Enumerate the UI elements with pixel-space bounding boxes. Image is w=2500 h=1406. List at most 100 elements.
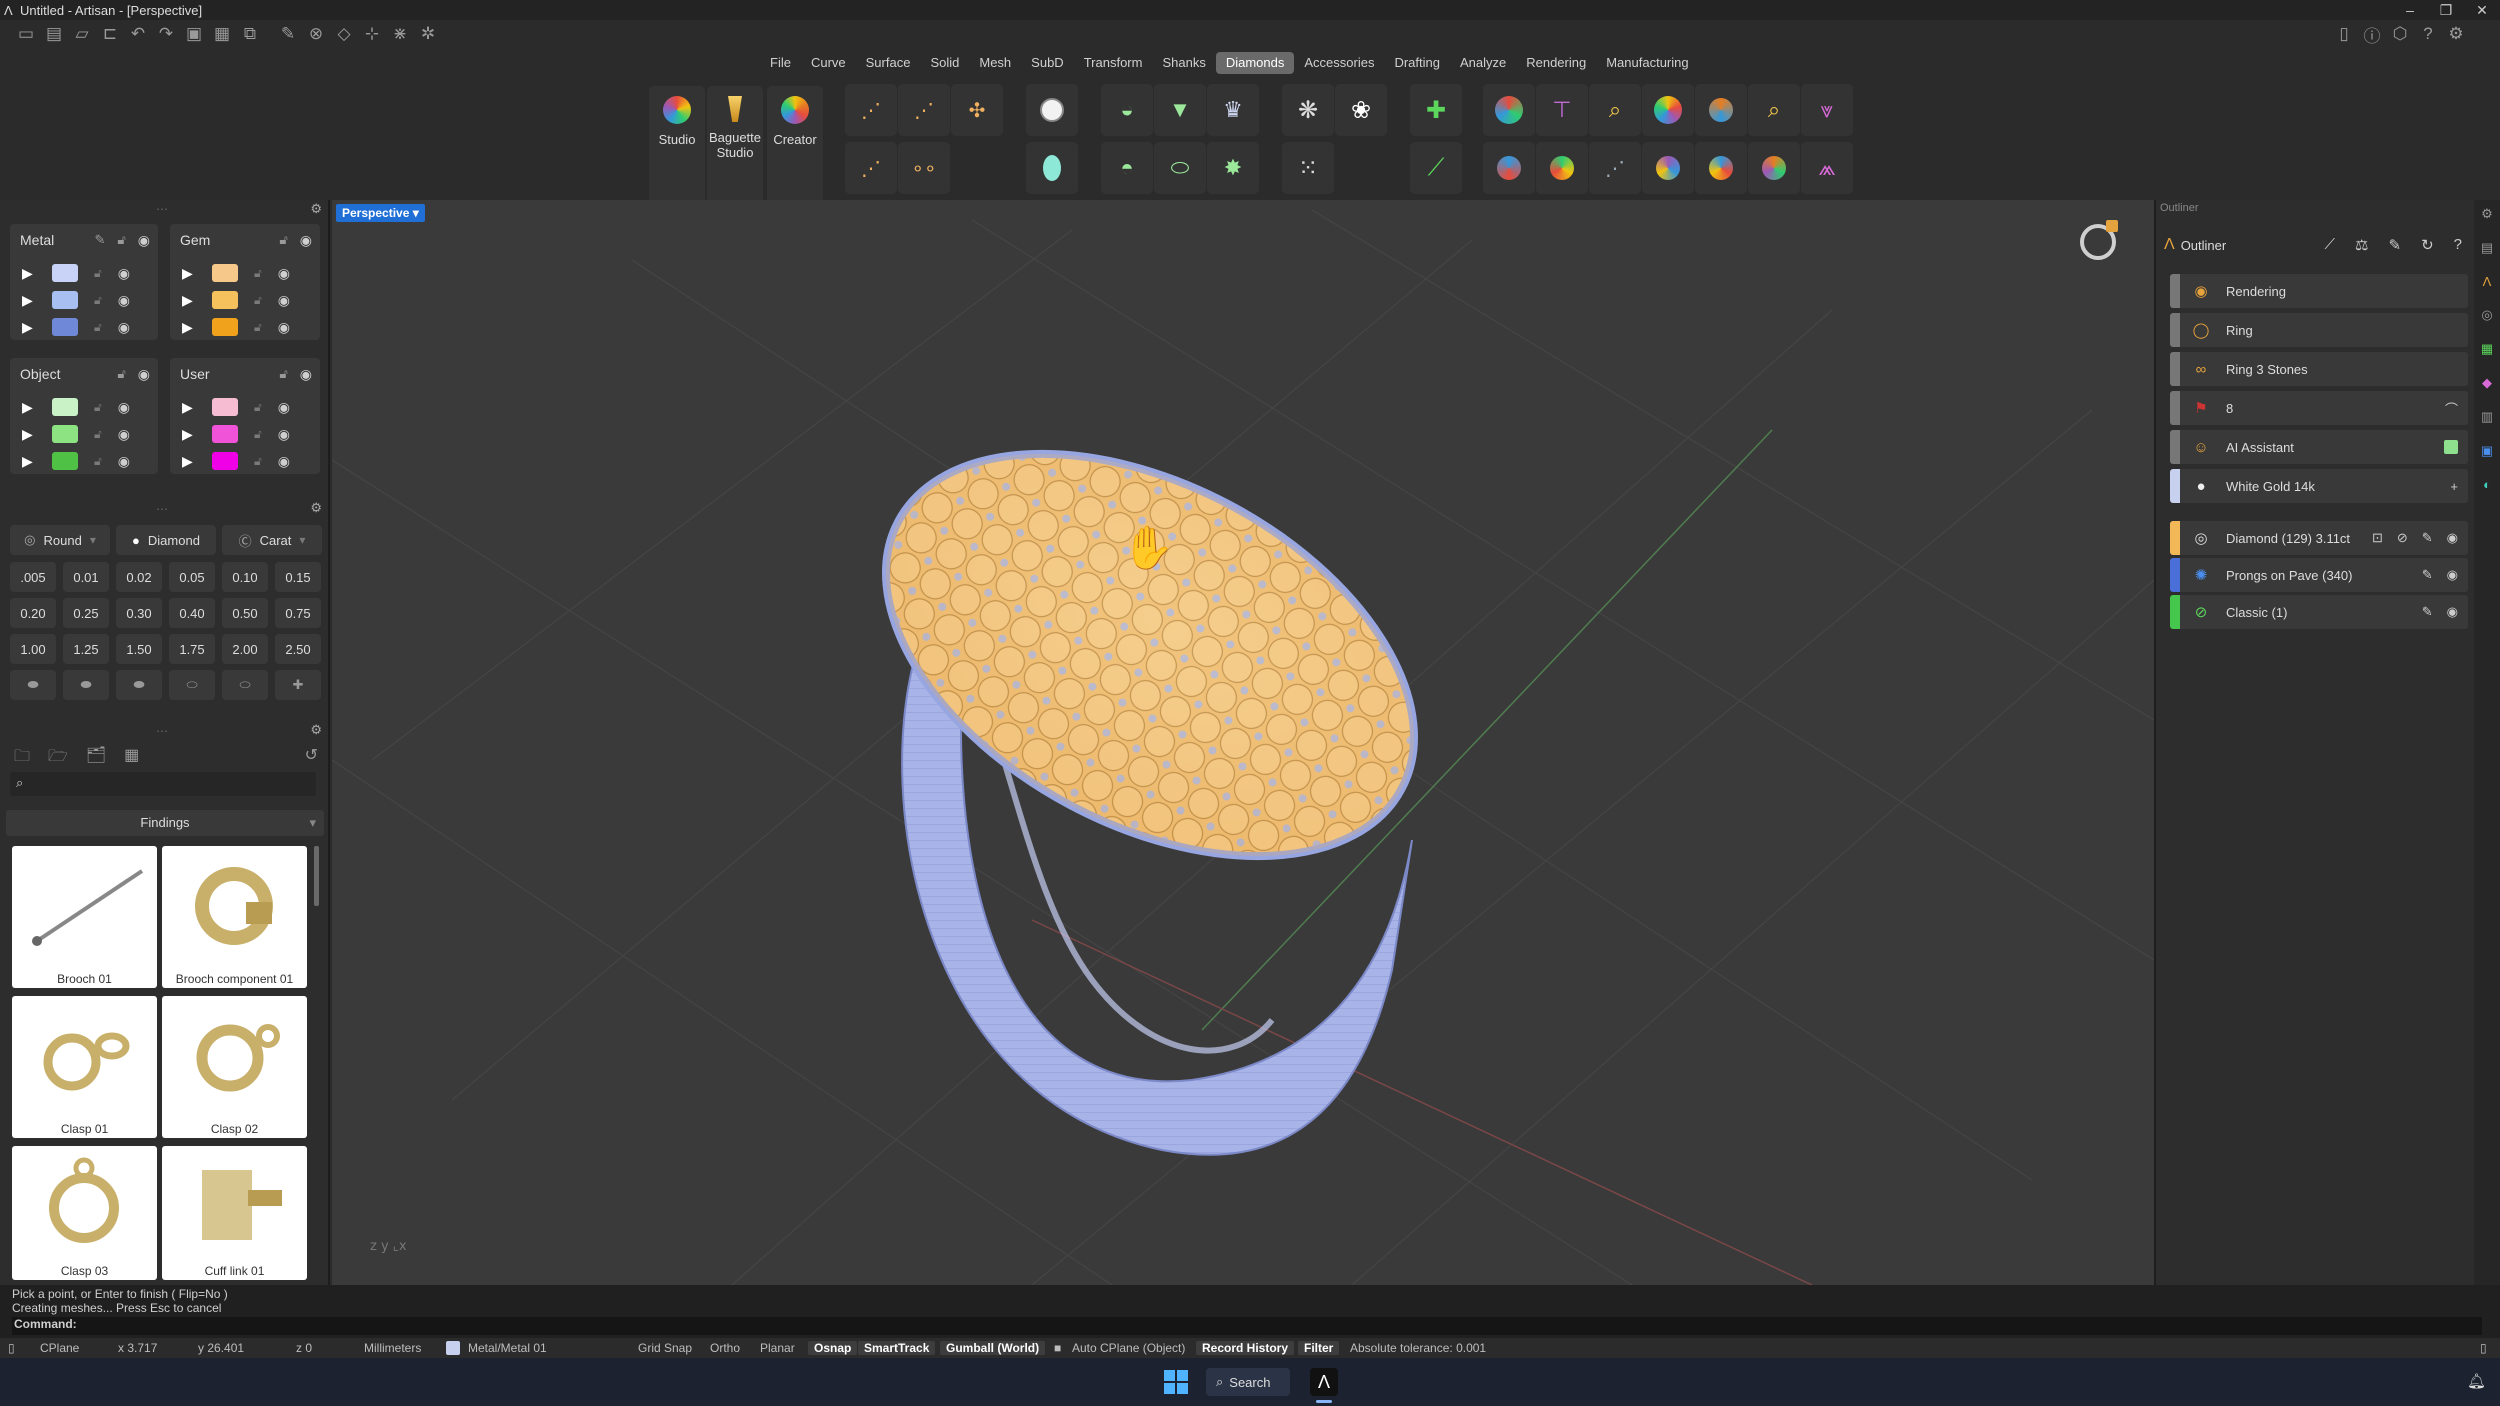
taskbar-search-button[interactable]: ⌕ Search (1206, 1368, 1290, 1396)
visibility-icon[interactable]: ◉ (118, 426, 130, 443)
panel-toggle-icon[interactable]: ▯ (8, 1341, 15, 1355)
library-item[interactable]: Clasp 02 (162, 996, 307, 1138)
play-icon[interactable]: ▶ (182, 399, 196, 416)
pen-tool-icon[interactable]: ✎ (274, 22, 302, 46)
library-item[interactable]: Clasp 01 (12, 996, 157, 1138)
gem-profile-oval-button[interactable]: ⬭ (169, 670, 215, 700)
cutter-button[interactable]: ✚ (1410, 84, 1462, 136)
save-icon[interactable]: ▣ (180, 22, 208, 46)
object-color-swatch[interactable] (52, 452, 78, 470)
user-color-swatch[interactable] (212, 398, 238, 416)
pave-cluster-button[interactable]: ❋ (1282, 84, 1334, 136)
round-shape-selector[interactable]: ◎ Round ▾ (10, 525, 110, 555)
gem-connect-button[interactable]: ⋰ (1589, 142, 1641, 194)
outliner-item-ring-3-stones[interactable]: ∞ Ring 3 Stones (2170, 352, 2468, 386)
outliner-item-rendering[interactable]: ◉ Rendering (2170, 274, 2468, 308)
lock-icon[interactable]: 🔓︎ (254, 293, 262, 308)
outliner-tab[interactable]: Outliner (2181, 238, 2227, 253)
select-icon[interactable]: ⊡ (2372, 530, 2383, 546)
menu-accessories[interactable]: Accessories (1294, 52, 1384, 74)
menu-subd[interactable]: SubD (1021, 52, 1074, 74)
gem-profile-round-button[interactable]: ⬬ (63, 670, 109, 700)
size-button[interactable]: 0.40 (169, 598, 215, 628)
maximize-button[interactable]: ❐ (2428, 0, 2464, 20)
add-icon[interactable]: + (2450, 479, 2458, 494)
open-file-icon[interactable]: ▱ (68, 22, 96, 46)
library-item[interactable]: Clasp 03 (12, 1146, 157, 1280)
size-button[interactable]: 0.01 (63, 562, 109, 592)
user-color-swatch[interactable] (212, 425, 238, 443)
pave-grid-button[interactable]: ⁙ (1282, 142, 1334, 194)
visibility-icon[interactable]: ◉ (118, 399, 130, 416)
add-gem-button[interactable]: ✚ (275, 670, 321, 700)
ring-profile-icon[interactable]: ⌒ (2445, 399, 2458, 418)
tag-tool-icon[interactable]: ◇ (330, 22, 358, 46)
library-search-input[interactable]: ⌕ (10, 772, 316, 796)
gem-icon[interactable]: ◐ (2483, 477, 2491, 492)
lock-icon[interactable]: 🔓︎ (254, 400, 262, 415)
size-button[interactable]: 0.20 (10, 598, 56, 628)
gear-tool-icon[interactable]: ✲ (414, 22, 442, 46)
edit-icon[interactable]: ✎ (2422, 567, 2433, 583)
studio-button[interactable]: Studio (649, 86, 705, 204)
grid-snap-toggle[interactable]: Grid Snap (638, 1341, 692, 1355)
gumball-toggle[interactable]: Gumball (World) (940, 1341, 1046, 1355)
baguette-studio-button[interactable]: Baguette Studio (707, 86, 763, 204)
gem-color-swatch[interactable] (212, 318, 238, 336)
planar-toggle[interactable]: Planar (760, 1341, 795, 1355)
lock-icon[interactable]: 🔓︎ (94, 266, 102, 281)
gem-lock-icon[interactable]: 🔓︎ (279, 232, 287, 249)
close-button[interactable]: ✕ (2464, 0, 2500, 20)
size-button[interactable]: 0.75 (275, 598, 321, 628)
size-button[interactable]: 0.30 (116, 598, 162, 628)
lock-icon[interactable]: 🔓︎ (94, 320, 102, 335)
size-button[interactable]: 1.75 (169, 634, 215, 664)
metal-color-swatch[interactable] (52, 318, 78, 336)
round-gem-button[interactable] (1026, 84, 1078, 136)
lock-icon[interactable]: 🔓︎ (254, 427, 262, 442)
lock-icon[interactable]: 🔓︎ (254, 266, 262, 281)
edit-icon[interactable]: ✎ (2389, 236, 2402, 254)
gem-report-button[interactable]: ⊤ (1536, 84, 1588, 136)
visibility-icon[interactable]: ◉ (2447, 530, 2458, 546)
object-row-classic[interactable]: ⊘ Classic (1) ✎ ◉ (2170, 595, 2468, 629)
pave-flower-button[interactable]: ❀ (1335, 84, 1387, 136)
size-button[interactable]: 1.50 (116, 634, 162, 664)
menu-file[interactable]: File (760, 52, 801, 74)
current-layer-status[interactable]: Metal/Metal 01 (468, 1341, 547, 1355)
gem-cross-tool-button[interactable]: ✣ (951, 84, 1003, 136)
panel-grip-icon[interactable]: ⋯ (156, 724, 168, 738)
gem-profile-flat-button[interactable]: ⬬ (10, 670, 56, 700)
gem-line-tool-button[interactable]: ⋰ (845, 84, 897, 136)
metal-lock-icon[interactable]: 🔓︎ (117, 232, 125, 249)
menu-curve[interactable]: Curve (801, 52, 856, 74)
creator-button[interactable]: Creator (767, 86, 823, 204)
menu-manufacturing[interactable]: Manufacturing (1596, 52, 1698, 74)
settings-icon[interactable]: ⚙ (2481, 206, 2493, 222)
artisan-taskbar-icon[interactable]: Λ (1310, 1368, 1338, 1396)
play-icon[interactable]: ▶ (182, 426, 196, 443)
outliner-item-ring[interactable]: ◯ Ring (2170, 313, 2468, 347)
properties-icon[interactable]: ▥ (2481, 409, 2493, 425)
menu-drafting[interactable]: Drafting (1384, 52, 1450, 74)
gem-ring-button[interactable] (1642, 142, 1694, 194)
visibility-icon[interactable]: ◉ (2447, 604, 2458, 620)
gem-pair-color-button[interactable] (1695, 142, 1747, 194)
align-tool-icon[interactable]: ⊹ (358, 22, 386, 46)
gem-color-button[interactable] (1483, 84, 1535, 136)
library-category-header[interactable]: Findings ▾ (6, 810, 324, 836)
help-icon[interactable]: ? (2414, 22, 2442, 46)
user-visibility-icon[interactable]: ◉ (300, 366, 312, 383)
user-color-swatch[interactable] (212, 452, 238, 470)
start-menu-icon[interactable] (1164, 1370, 1188, 1394)
visibility-icon[interactable]: ◉ (278, 426, 290, 443)
object-lock-icon[interactable]: 🔓︎ (117, 366, 125, 383)
perspective-viewport[interactable]: ✋ z y ⌞x Perspective ▾ (332, 200, 2154, 1285)
gem-profile-dome-button[interactable]: ⬬ (116, 670, 162, 700)
play-icon[interactable]: ▶ (22, 399, 36, 416)
visibility-icon[interactable]: ◉ (2447, 567, 2458, 583)
play-icon[interactable]: ▶ (22, 292, 36, 309)
metal-color-swatch[interactable] (52, 264, 78, 282)
play-icon[interactable]: ▶ (182, 453, 196, 470)
visibility-icon[interactable]: ◉ (278, 265, 290, 282)
